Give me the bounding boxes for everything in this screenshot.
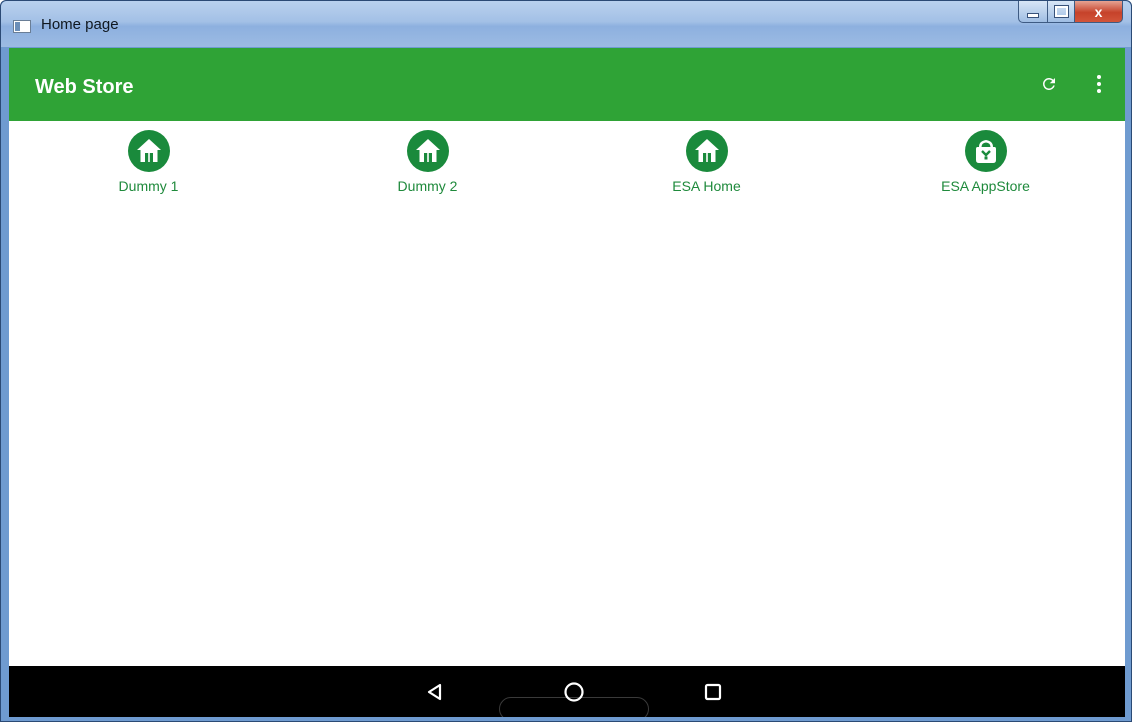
maximize-button[interactable] [1048, 1, 1075, 23]
maximize-icon [1053, 5, 1069, 18]
back-icon [427, 683, 442, 701]
more-vert-icon [1097, 75, 1101, 79]
app-grid: Dummy 1 Dummy 2 ESA Home ESA AppStore [9, 121, 1125, 211]
window-title: Home page [41, 16, 119, 33]
recents-button[interactable] [695, 674, 731, 710]
android-navigation-bar [9, 666, 1125, 717]
close-icon: x [1094, 3, 1103, 20]
window-titlebar[interactable]: Home page x [1, 1, 1131, 47]
home-button[interactable] [556, 674, 592, 710]
app-label: Dummy 2 [397, 178, 458, 194]
back-button[interactable] [417, 674, 453, 710]
refresh-button[interactable] [1037, 72, 1061, 96]
home-icon [127, 130, 170, 172]
home-circle-icon [564, 682, 584, 702]
app-toolbar: Web Store [9, 48, 1125, 121]
app-label: Dummy 1 [118, 178, 179, 194]
app-tile-esa-appstore[interactable]: ESA AppStore [846, 121, 1125, 211]
app-tile-dummy-1[interactable]: Dummy 1 [9, 121, 288, 211]
app-label: ESA AppStore [941, 178, 1030, 194]
app-title: Web Store [35, 76, 134, 98]
close-button[interactable]: x [1075, 1, 1123, 23]
home-icon [406, 130, 449, 172]
app-label: ESA Home [672, 178, 741, 194]
app-tile-dummy-2[interactable]: Dummy 2 [288, 121, 567, 211]
window-app-icon [13, 20, 31, 33]
home-icon [685, 130, 728, 172]
more-options-button[interactable] [1089, 72, 1109, 96]
app-content: Web Store Dummy 1 Dummy 2 ESA Home ESA A… [9, 48, 1125, 717]
recents-icon [704, 683, 722, 701]
window-controls: x [1018, 1, 1123, 23]
app-tile-esa-home[interactable]: ESA Home [567, 121, 846, 211]
minimize-button[interactable] [1018, 1, 1048, 23]
minimize-icon [1027, 13, 1039, 18]
app-window: Home page x Web Store Dummy 1 Dummy 2 ES… [0, 0, 1132, 722]
shopping-bag-icon [964, 130, 1007, 172]
refresh-icon [1042, 77, 1055, 90]
